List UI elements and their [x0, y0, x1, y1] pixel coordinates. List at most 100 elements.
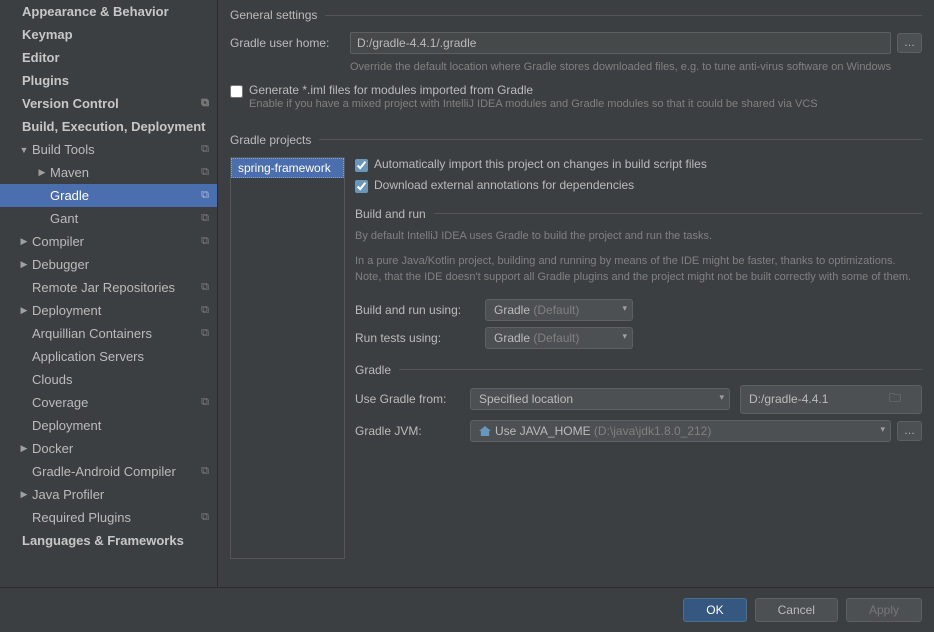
- gradle-section-title: Gradle: [355, 363, 391, 377]
- scope-icon: ⧉: [201, 212, 209, 225]
- scope-icon: ⧉: [201, 189, 209, 202]
- sidebar-item-languages-frameworks[interactable]: Languages & Frameworks: [0, 529, 217, 552]
- sidebar-item-gradle-android-compiler[interactable]: Gradle-Android Compiler ⧉: [0, 460, 217, 483]
- sidebar-item-clouds[interactable]: Clouds: [0, 368, 217, 391]
- sidebar-item-label: Version Control: [22, 96, 119, 111]
- scope-icon: ⧉: [201, 235, 209, 248]
- sidebar-item-label: Arquillian Containers: [32, 326, 152, 341]
- sidebar-item-build-tools[interactable]: ▼Build Tools ⧉: [0, 138, 217, 161]
- generate-iml-label: Generate *.iml files for modules importe…: [249, 83, 818, 97]
- sidebar-item-keymap[interactable]: Keymap: [0, 23, 217, 46]
- sidebar-item-compiler[interactable]: ▶Compiler ⧉: [0, 230, 217, 253]
- expand-arrow-icon: ▼: [18, 145, 30, 155]
- sidebar-item-maven[interactable]: ▶Maven ⧉: [0, 161, 217, 184]
- sidebar-item-remote-jar-repositories[interactable]: Remote Jar Repositories ⧉: [0, 276, 217, 299]
- sidebar-item-application-servers[interactable]: Application Servers: [0, 345, 217, 368]
- gradle-from-combo[interactable]: Specified location: [470, 388, 730, 410]
- auto-import-checkbox[interactable]: [355, 159, 368, 172]
- ok-button[interactable]: OK: [683, 598, 746, 622]
- sidebar-item-label: Build Tools: [32, 142, 95, 157]
- sidebar-item-gant[interactable]: Gant ⧉: [0, 207, 217, 230]
- sidebar-item-required-plugins[interactable]: Required Plugins ⧉: [0, 506, 217, 529]
- sidebar-item-label: Keymap: [22, 27, 73, 42]
- gradle-projects-title: Gradle projects: [230, 133, 311, 147]
- generate-iml-checkbox[interactable]: [230, 85, 243, 98]
- sidebar-item-docker[interactable]: ▶Docker: [0, 437, 217, 460]
- download-annotations-checkbox[interactable]: [355, 180, 368, 193]
- sidebar-item-appearance-behavior[interactable]: Appearance & Behavior: [0, 0, 217, 23]
- expand-arrow-icon: ▶: [18, 236, 30, 247]
- sidebar-item-label: Plugins: [22, 73, 69, 88]
- auto-import-label: Automatically import this project on cha…: [374, 157, 707, 171]
- gradle-jvm-combo[interactable]: Use JAVA_HOME (D:\java\jdk1.8.0_212): [470, 420, 891, 442]
- scope-icon: ⧉: [201, 511, 209, 524]
- download-annotations-label: Download external annotations for depend…: [374, 178, 634, 192]
- sidebar-item-label: Build, Execution, Deployment: [22, 119, 205, 134]
- expand-arrow-icon: ▶: [18, 489, 30, 500]
- gradle-user-home-label: Gradle user home:: [230, 36, 350, 50]
- apply-button[interactable]: Apply: [846, 598, 922, 622]
- gradle-path-field[interactable]: D:/gradle-4.4.1 🗀: [740, 385, 922, 414]
- jvm-more-button[interactable]: …: [897, 421, 922, 441]
- sidebar-item-coverage[interactable]: Coverage⧉: [0, 391, 217, 414]
- sidebar-item-label: Deployment: [32, 303, 101, 318]
- tests-using-combo[interactable]: Gradle (Default): [485, 327, 633, 349]
- scope-icon: ⧉: [201, 396, 209, 409]
- sidebar-item-label: Gradle-Android Compiler: [32, 464, 176, 479]
- user-home-hint: Override the default location where Grad…: [350, 60, 922, 75]
- sidebar-item-java-profiler[interactable]: ▶Java Profiler: [0, 483, 217, 506]
- sidebar-item-label: Required Plugins: [32, 510, 131, 525]
- build-using-label: Build and run using:: [355, 303, 485, 317]
- scope-icon: ⧉: [201, 304, 209, 317]
- cancel-button[interactable]: Cancel: [755, 598, 838, 622]
- sidebar-item-arquillian-containers[interactable]: Arquillian Containers ⧉: [0, 322, 217, 345]
- expand-arrow-icon: ▶: [18, 305, 30, 316]
- scope-icon: ⧉: [201, 465, 209, 478]
- settings-sidebar[interactable]: Appearance & Behavior Keymap Editor Plugins…: [0, 0, 218, 587]
- sidebar-item-build-execution-deployment[interactable]: Build, Execution, Deployment: [0, 115, 217, 138]
- gradle-jvm-label: Gradle JVM:: [355, 424, 470, 438]
- expand-arrow-icon: ▶: [18, 443, 30, 454]
- sidebar-item-deployment[interactable]: Deployment: [0, 414, 217, 437]
- expand-arrow-icon: ▶: [18, 259, 30, 270]
- sidebar-item-label: Languages & Frameworks: [22, 533, 184, 548]
- build-run-desc2: In a pure Java/Kotlin project, building …: [355, 254, 922, 285]
- sidebar-item-label: Appearance & Behavior: [22, 4, 169, 19]
- project-item-spring[interactable]: spring-framework: [231, 158, 344, 178]
- settings-content: General settings Gradle user home: … Ove…: [218, 0, 934, 587]
- expand-arrow-icon: ▶: [36, 167, 48, 178]
- sidebar-item-label: Debugger: [32, 257, 89, 272]
- sidebar-item-label: Application Servers: [32, 349, 144, 364]
- sidebar-item-label: Clouds: [32, 372, 72, 387]
- home-icon: [479, 426, 491, 436]
- sidebar-item-label: Compiler: [32, 234, 84, 249]
- build-run-desc1: By default IntelliJ IDEA uses Gradle to …: [355, 229, 922, 244]
- sidebar-item-editor[interactable]: Editor: [0, 46, 217, 69]
- sidebar-item-deployment[interactable]: ▶Deployment ⧉: [0, 299, 217, 322]
- gradle-user-home-input[interactable]: [350, 32, 891, 54]
- sidebar-item-version-control[interactable]: Version Control ⧉: [0, 92, 217, 115]
- scope-icon: ⧉: [201, 143, 209, 156]
- general-settings-group: General settings Gradle user home: … Ove…: [230, 8, 922, 119]
- dialog-button-bar: OK Cancel Apply: [0, 587, 934, 632]
- folder-icon: 🗀: [889, 389, 901, 410]
- scope-icon: ⧉: [201, 327, 209, 340]
- scope-icon: ⧉: [201, 97, 209, 110]
- build-run-title: Build and run: [355, 207, 426, 221]
- sidebar-item-gradle[interactable]: Gradle⧉: [0, 184, 217, 207]
- browse-user-home-button[interactable]: …: [897, 33, 922, 53]
- sidebar-item-plugins[interactable]: Plugins: [0, 69, 217, 92]
- tests-using-label: Run tests using:: [355, 331, 485, 345]
- sidebar-item-debugger[interactable]: ▶Debugger: [0, 253, 217, 276]
- sidebar-item-label: Deployment: [32, 418, 101, 433]
- scope-icon: ⧉: [201, 166, 209, 179]
- build-using-combo[interactable]: Gradle (Default): [485, 299, 633, 321]
- gradle-projects-group: Gradle projects spring-framework Automat…: [230, 133, 922, 559]
- sidebar-item-label: Gant: [50, 211, 78, 226]
- generate-iml-hint: Enable if you have a mixed project with …: [249, 97, 818, 112]
- sidebar-item-label: Remote Jar Repositories: [32, 280, 175, 295]
- project-list[interactable]: spring-framework: [230, 157, 345, 559]
- sidebar-item-label: Docker: [32, 441, 73, 456]
- sidebar-item-label: Maven: [50, 165, 89, 180]
- scope-icon: ⧉: [201, 281, 209, 294]
